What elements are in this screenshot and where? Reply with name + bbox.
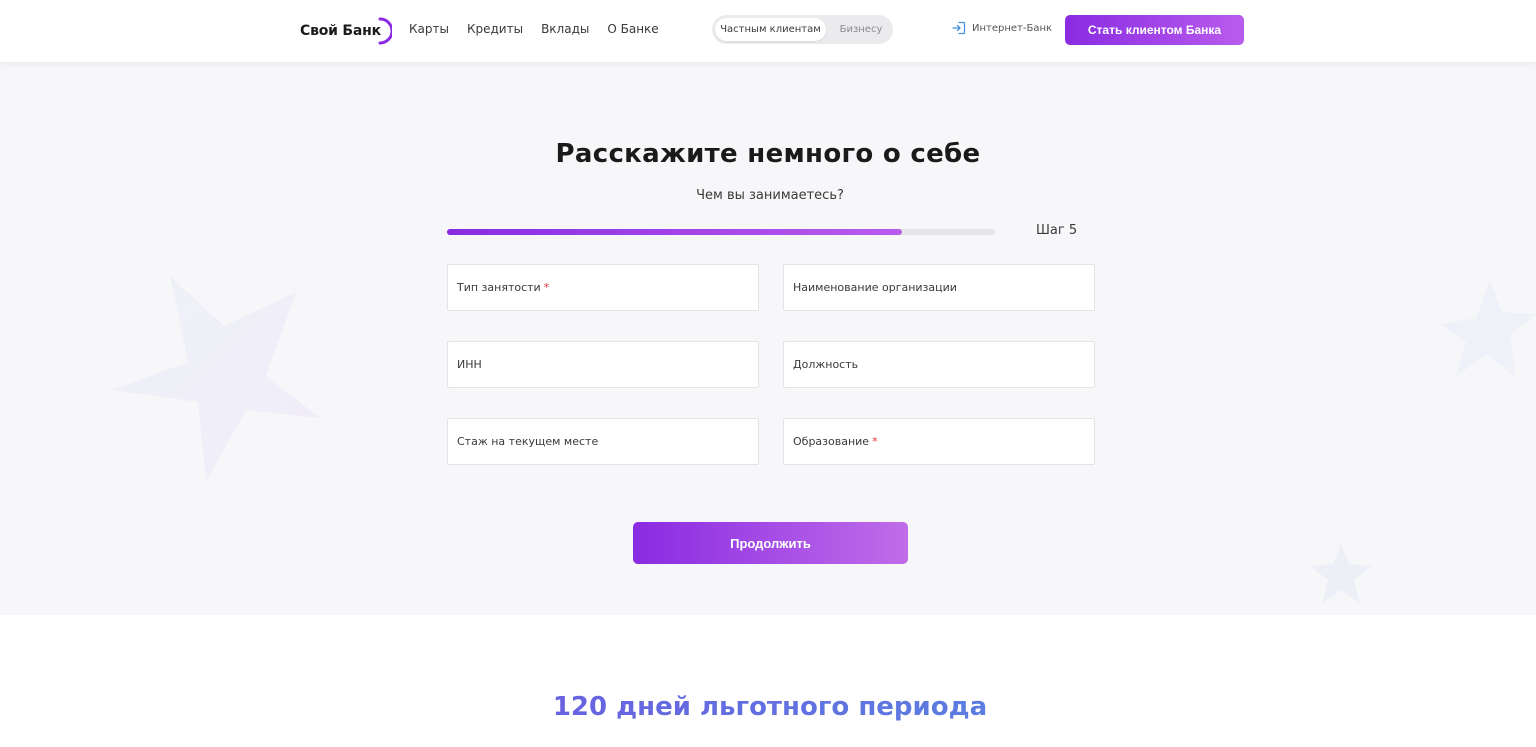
- page-title: Расскажите немного о себе: [555, 139, 981, 169]
- field-label: Наименование организации: [793, 281, 957, 294]
- internet-bank-label: Интернет-Банк: [972, 22, 1053, 34]
- decorative-star-icon-small: [1310, 544, 1372, 604]
- nav-item-about[interactable]: О Банке: [607, 22, 658, 36]
- organization-name-field[interactable]: Наименование организации: [783, 264, 1095, 311]
- become-client-button[interactable]: Стать клиентом Банка: [1065, 15, 1244, 45]
- progress-bar: [447, 229, 995, 235]
- segment-business[interactable]: Бизнесу: [832, 18, 890, 41]
- step-indicator: Шаг 5: [1036, 223, 1078, 238]
- logo-arc-icon: [378, 17, 392, 45]
- continue-button[interactable]: Продолжить: [633, 522, 908, 564]
- work-experience-field[interactable]: Стаж на текущем месте: [447, 418, 759, 465]
- internet-bank-link[interactable]: Интернет-Банк: [952, 21, 1052, 35]
- required-mark: *: [872, 435, 878, 448]
- nav-item-deposits[interactable]: Вклады: [541, 22, 589, 36]
- login-icon: [952, 21, 966, 35]
- position-field[interactable]: Должность: [783, 341, 1095, 388]
- inn-field[interactable]: ИНН: [447, 341, 759, 388]
- client-type-toggle: Частным клиентам Бизнесу: [712, 15, 893, 44]
- employment-type-field[interactable]: Тип занятости *: [447, 264, 759, 311]
- field-label: Стаж на текущем месте: [457, 435, 599, 448]
- nav-item-credits[interactable]: Кредиты: [467, 22, 523, 36]
- field-label: Должность: [793, 358, 859, 371]
- required-mark: *: [543, 281, 550, 294]
- field-label: ИНН: [457, 358, 482, 371]
- education-field[interactable]: Образование *: [783, 418, 1095, 465]
- logo[interactable]: Свой Банк: [300, 17, 392, 45]
- page-subtitle: Чем вы занимаетесь?: [696, 188, 844, 203]
- questionnaire-section: Расскажите немного о себе Чем вы занимае…: [0, 62, 1536, 615]
- decorative-star-icon-right: [1440, 280, 1536, 378]
- segment-private-clients[interactable]: Частным клиентам: [715, 18, 826, 41]
- promo-headline: 120 дней льготного периода: [0, 692, 1536, 722]
- progress-fill: [447, 229, 902, 235]
- main-nav: Карты Кредиты Вклады О Банке: [409, 22, 659, 36]
- field-label: Тип занятости: [457, 281, 541, 294]
- logo-text: Свой Банк: [300, 23, 381, 39]
- decorative-star-icon: [112, 276, 320, 482]
- nav-item-cards[interactable]: Карты: [409, 22, 449, 36]
- site-header: Свой Банк Карты Кредиты Вклады О Банке Ч…: [0, 0, 1536, 62]
- field-label: Образование: [793, 435, 870, 448]
